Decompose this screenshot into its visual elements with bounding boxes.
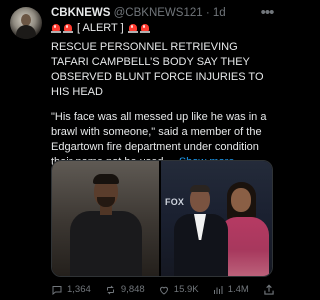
share-icon [264, 284, 274, 295]
views-button[interactable]: 1.4M [212, 284, 249, 296]
alert-label: [ ALERT ] [77, 22, 124, 34]
reply-icon [52, 286, 62, 296]
like-button[interactable]: 15.9K [158, 284, 199, 296]
tweet-body: RESCUE PERSONNEL RETRIEVING TAFARI CAMPB… [51, 40, 276, 180]
media-photo-left[interactable] [52, 161, 160, 276]
timestamp-separator: · [205, 7, 210, 19]
views-icon [213, 286, 223, 294]
handle[interactable]: @CBKNEWS121 [114, 7, 203, 19]
siren-icon [127, 23, 138, 33]
siren-icon [139, 23, 150, 33]
media-fox-text: FOX [165, 197, 185, 207]
alert-line: [ ALERT ] [51, 20, 150, 36]
man-hair [190, 185, 211, 192]
woman-head [231, 188, 252, 212]
tweet-actions: 1,364 9,848 15.9K 1.4M [51, 283, 276, 297]
reply-button[interactable]: 1,364 [51, 284, 91, 296]
more-icon[interactable]: ••• [259, 5, 275, 21]
repost-icon [106, 285, 114, 295]
timestamp[interactable]: 1d [213, 7, 226, 19]
tweet-paragraph-1: RESCUE PERSONNEL RETRIEVING TAFARI CAMPB… [51, 41, 264, 98]
repost-count: 9,848 [120, 284, 145, 295]
person-hair [93, 174, 119, 184]
repost-button[interactable]: 9,848 [104, 284, 145, 296]
person-torso [70, 211, 142, 276]
avatar[interactable] [10, 7, 42, 39]
reply-count: 1,364 [67, 284, 91, 295]
view-count: 1.4M [227, 284, 249, 295]
avatar-shoulders [16, 25, 36, 39]
tweet-card[interactable]: CBKNEWS @CBKNEWS121 · 1d ••• [ ALERT ] R… [0, 0, 283, 300]
tweet-header: CBKNEWS @CBKNEWS121 · 1d [51, 6, 226, 20]
like-icon [159, 286, 168, 295]
siren-icon [63, 23, 73, 33]
person-beard [97, 197, 115, 207]
like-count: 15.9K [173, 284, 199, 295]
display-name[interactable]: CBKNEWS [51, 7, 110, 19]
media-grid[interactable]: FOX [51, 160, 273, 277]
share-button[interactable] [262, 283, 276, 297]
media-photo-right[interactable]: FOX [161, 161, 272, 276]
siren-icon [51, 23, 61, 33]
